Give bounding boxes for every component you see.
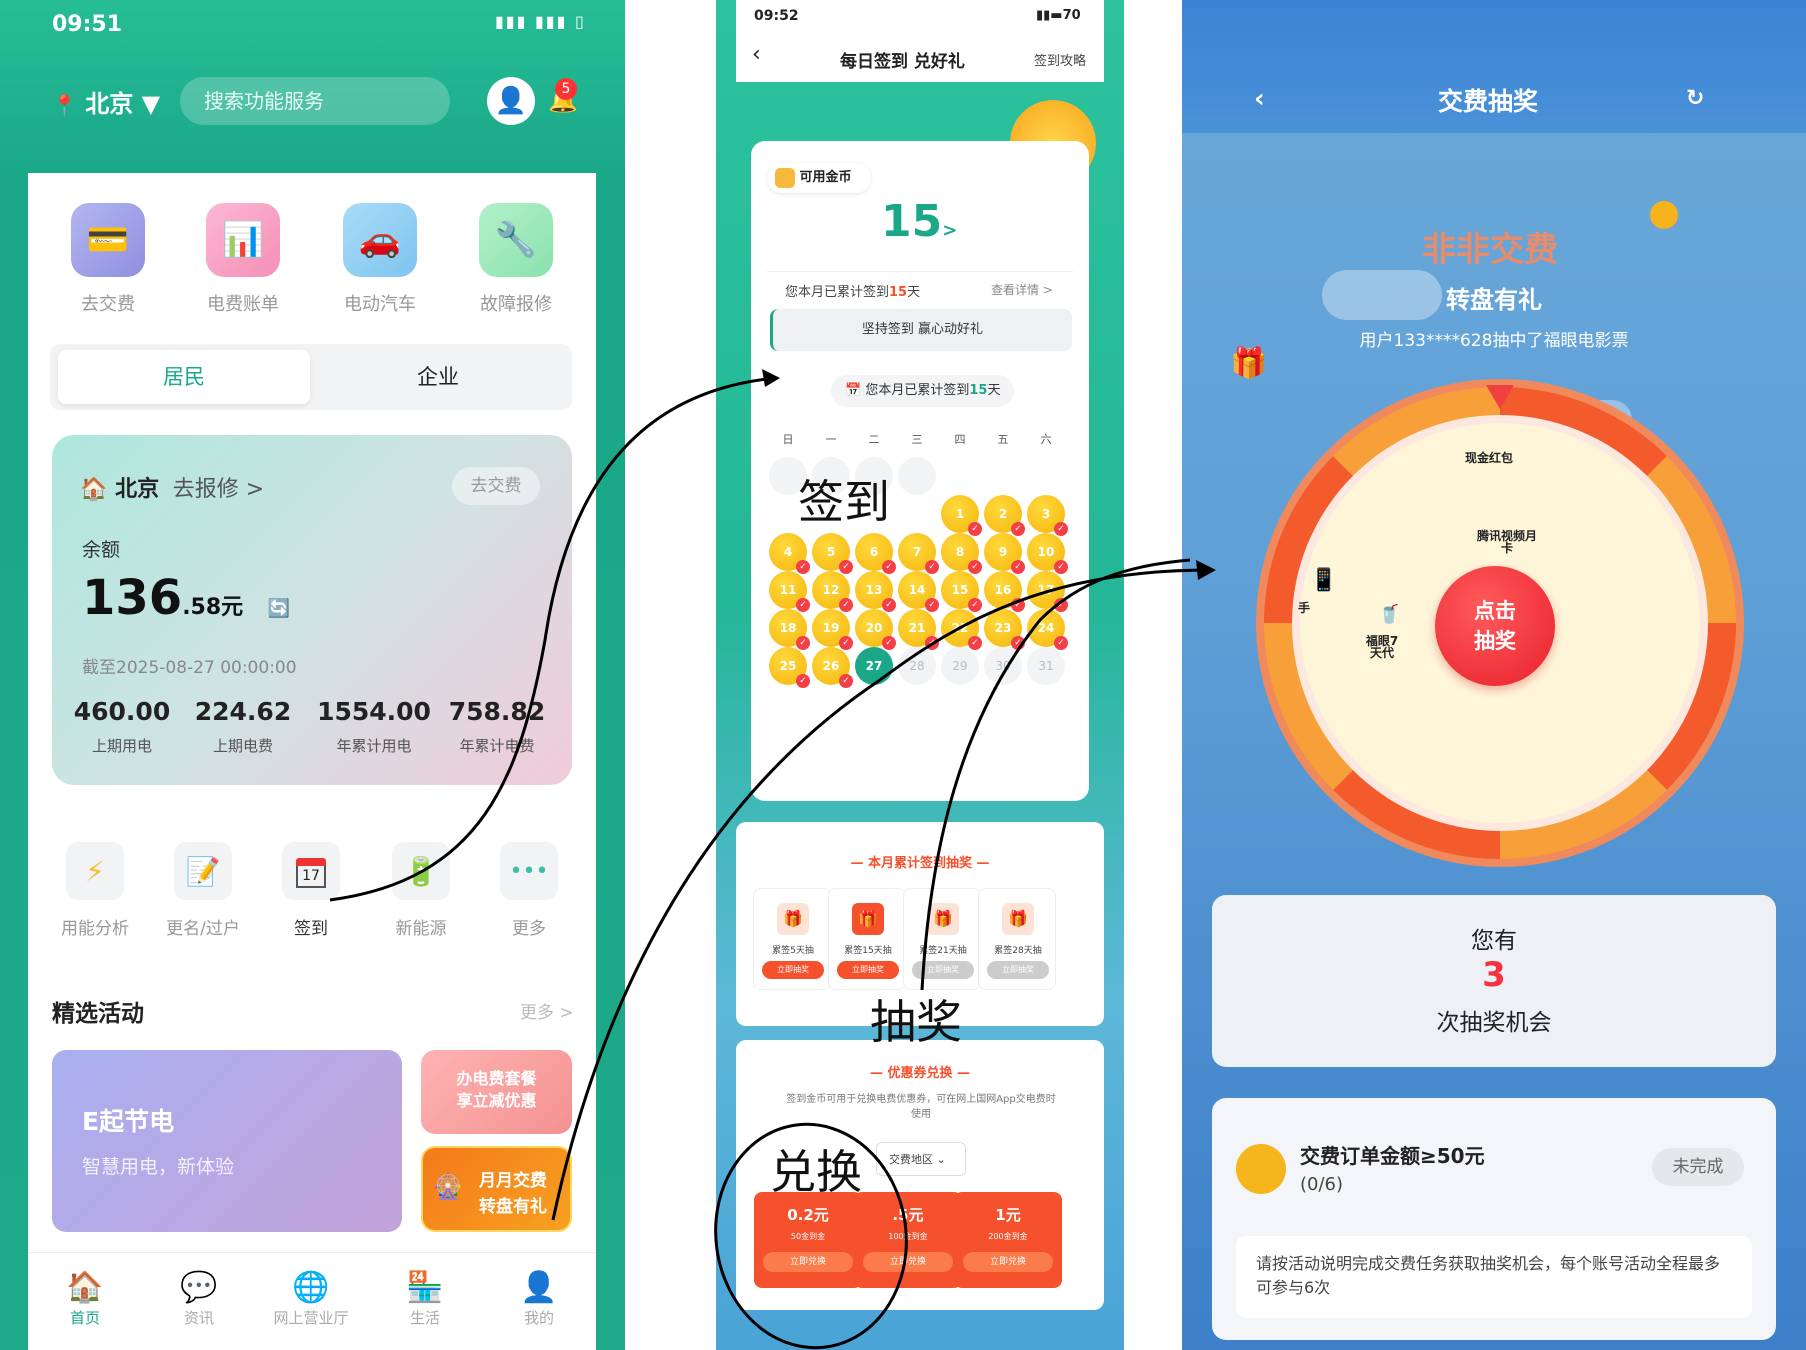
arrow-lottery (920, 558, 1191, 991)
arrow-exchange (551, 568, 1211, 1221)
composite-screenshot: 09:51 ▮▮▮ ▮▮▮ ▯ 📍 北京 ▼ 搜索功能服务 👤 🔔 5 💳 去交… (0, 0, 1806, 1350)
annotation-arrows (329, 369, 1216, 1350)
annotation-lottery: 抽奖 (870, 995, 962, 1049)
arrow-signin (329, 376, 777, 902)
annotation-exchange: 兑换 (770, 1145, 862, 1199)
annotation-signin: 签到 (798, 475, 890, 529)
